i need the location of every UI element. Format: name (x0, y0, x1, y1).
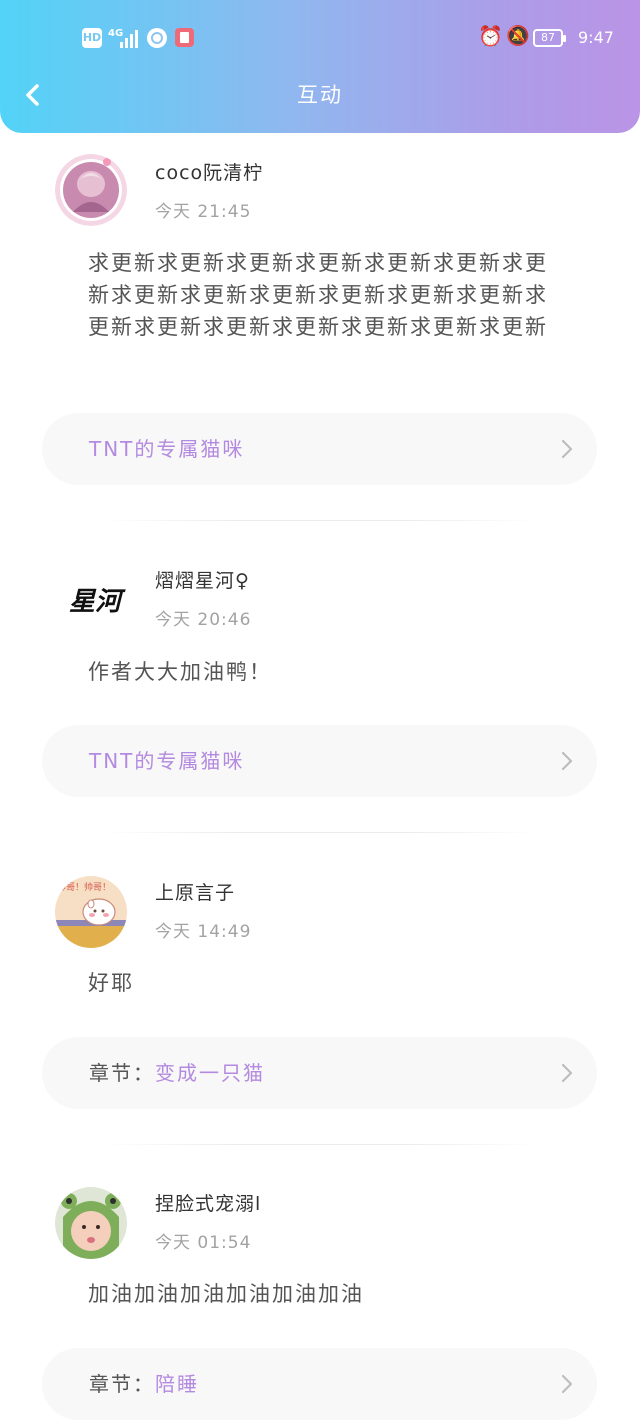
user-avatar[interactable] (55, 1187, 127, 1259)
source-link[interactable]: TNT的专属猫咪 (42, 725, 597, 797)
calligraphy-avatar[interactable]: 星河 (55, 566, 135, 638)
reader-app-icon (175, 28, 194, 47)
source-link[interactable]: 章节：陪睡 (42, 1348, 597, 1420)
cartoon-cat-avatar: 帅哥！帅哥！ (55, 876, 127, 948)
username[interactable]: 熠熠星河♀ (155, 568, 250, 594)
username[interactable]: coco阮清柠 (155, 160, 263, 186)
comment-time: 今天 14:49 (155, 922, 252, 942)
comment-text: 作者大大加油鸭！ (88, 660, 272, 684)
girl-portrait-avatar (55, 154, 127, 226)
chevron-right-icon (561, 439, 573, 459)
chevron-right-icon (561, 751, 573, 771)
comment-text: 求更新求更新求更新求更新求更新求更新求更新求更新求更新求更新求更新求更新求更新求… (88, 251, 548, 339)
source-link[interactable]: TNT的专属猫咪 (42, 413, 597, 485)
nav-bar: 互动 (0, 70, 640, 124)
avatar-caption: 帅哥！帅哥！ (57, 881, 111, 893)
header: HD 4G ⏰ 🔕 87 9:47 互动 (0, 0, 640, 133)
clock: 9:47 (578, 28, 614, 47)
divider (100, 1144, 540, 1145)
source-title: 陪睡 (155, 1372, 199, 1396)
signal-icon (120, 28, 142, 48)
source-label: TNT的专属猫咪 (89, 746, 244, 776)
chevron-right-icon (561, 1063, 573, 1083)
mute-bell-icon: 🔕 (506, 25, 530, 47)
source-title: TNT的专属猫咪 (89, 437, 245, 461)
interaction-page: HD 4G ⏰ 🔕 87 9:47 互动 coco阮清柠 今天 21:45 求更… (0, 0, 640, 1422)
divider (100, 832, 540, 833)
comment-time: 今天 20:46 (155, 610, 252, 630)
divider (100, 520, 540, 521)
source-label: 章节：陪睡 (89, 1369, 199, 1399)
status-bar: HD 4G ⏰ 🔕 87 9:47 (0, 0, 640, 70)
hd-icon: HD (82, 28, 102, 48)
source-title: TNT的专属猫咪 (89, 749, 245, 773)
comment-time: 今天 21:45 (155, 202, 252, 222)
browser-icon (147, 28, 167, 48)
battery-icon: 87 (533, 29, 566, 47)
baby-portrait-avatar (55, 1187, 127, 1259)
comment-text: 好耶 (88, 971, 134, 995)
comment-time: 今天 01:54 (155, 1233, 252, 1253)
page-title: 互动 (297, 83, 343, 107)
alarm-icon: ⏰ (478, 24, 503, 48)
username[interactable]: 上原言子 (155, 880, 235, 906)
source-label: 章节：变成一只猫 (89, 1058, 265, 1088)
source-title: 变成一只猫 (155, 1061, 265, 1085)
user-avatar[interactable] (55, 154, 127, 226)
source-prefix: 章节： (89, 1372, 155, 1396)
source-label: TNT的专属猫咪 (89, 434, 244, 464)
comment-text: 加油加油加油加油加油加油 (88, 1282, 364, 1306)
username[interactable]: 捏脸式宠溺l (155, 1191, 261, 1217)
chevron-right-icon (561, 1374, 573, 1394)
source-prefix: 章节： (89, 1061, 155, 1085)
source-link[interactable]: 章节：变成一只猫 (42, 1037, 597, 1109)
user-avatar[interactable]: 帅哥！帅哥！ (55, 876, 127, 948)
